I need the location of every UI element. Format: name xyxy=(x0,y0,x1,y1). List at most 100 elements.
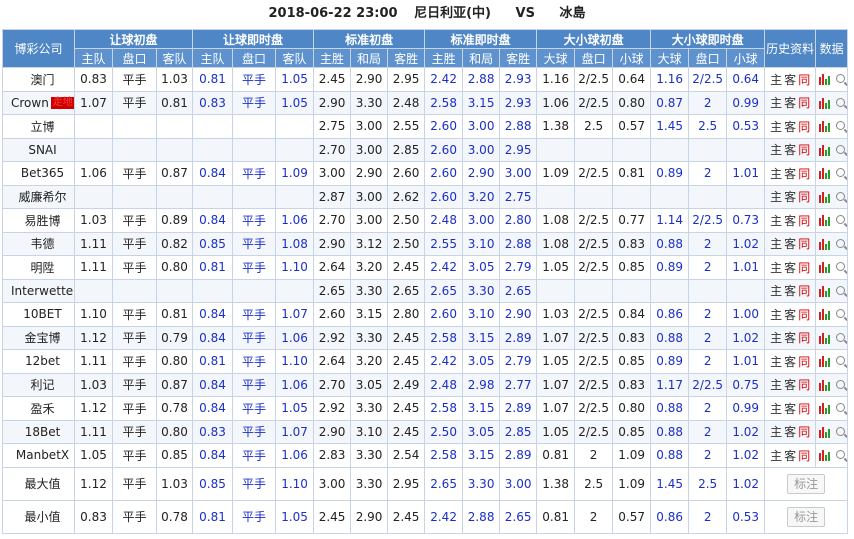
mark-button[interactable]: 标注 xyxy=(787,506,826,527)
search-icon[interactable] xyxy=(835,168,845,178)
history-away-link[interactable]: 客 xyxy=(784,284,796,298)
company-name[interactable]: Bet365 xyxy=(2,161,75,186)
bar-chart-icon[interactable] xyxy=(818,450,830,462)
history-same-link[interactable]: 同 xyxy=(798,214,810,228)
history-same-link[interactable]: 同 xyxy=(798,167,810,181)
history-home-link[interactable]: 主 xyxy=(770,284,782,298)
bar-chart-icon[interactable] xyxy=(818,74,830,86)
bar-chart-icon[interactable] xyxy=(818,191,830,203)
bar-chart-icon[interactable] xyxy=(818,356,830,368)
bar-chart-icon[interactable] xyxy=(818,238,830,250)
search-icon[interactable] xyxy=(835,450,845,460)
history-same-link[interactable]: 同 xyxy=(798,237,810,251)
search-icon[interactable] xyxy=(835,238,845,248)
company-name[interactable]: 明陞 xyxy=(2,255,75,280)
search-icon[interactable] xyxy=(835,285,845,295)
history-same-link[interactable]: 同 xyxy=(798,284,810,298)
search-icon[interactable] xyxy=(835,379,845,389)
search-icon[interactable] xyxy=(835,426,845,436)
history-same-link[interactable]: 同 xyxy=(798,378,810,392)
history-same-link[interactable]: 同 xyxy=(798,190,810,204)
history-away-link[interactable]: 客 xyxy=(784,261,796,275)
bar-chart-icon[interactable] xyxy=(818,97,830,109)
bar-chart-icon[interactable] xyxy=(818,168,830,180)
search-icon[interactable] xyxy=(835,332,845,342)
history-away-link[interactable]: 客 xyxy=(784,425,796,439)
bar-chart-icon[interactable] xyxy=(818,403,830,415)
history-away-link[interactable]: 客 xyxy=(784,96,796,110)
search-icon[interactable] xyxy=(835,74,845,84)
history-same-link[interactable]: 同 xyxy=(798,355,810,369)
company-name[interactable]: ManbetX xyxy=(2,443,75,468)
history-away-link[interactable]: 客 xyxy=(784,214,796,228)
history-same-link[interactable]: 同 xyxy=(798,73,810,87)
history-same-link[interactable]: 同 xyxy=(798,425,810,439)
mark-button[interactable]: 标注 xyxy=(787,473,826,494)
history-home-link[interactable]: 主 xyxy=(770,261,782,275)
history-home-link[interactable]: 主 xyxy=(770,167,782,181)
company-name[interactable]: Interwetten xyxy=(2,278,75,303)
history-away-link[interactable]: 客 xyxy=(784,402,796,416)
history-same-link[interactable]: 同 xyxy=(798,96,810,110)
history-home-link[interactable]: 主 xyxy=(770,120,782,134)
history-same-link[interactable]: 同 xyxy=(798,449,810,463)
history-home-link[interactable]: 主 xyxy=(770,378,782,392)
company-name[interactable]: 易胜博 xyxy=(2,208,75,233)
search-icon[interactable] xyxy=(835,215,845,225)
history-away-link[interactable]: 客 xyxy=(784,167,796,181)
history-away-link[interactable]: 客 xyxy=(784,449,796,463)
history-home-link[interactable]: 主 xyxy=(770,73,782,87)
company-name[interactable]: 10BET xyxy=(2,302,75,327)
history-same-link[interactable]: 同 xyxy=(798,261,810,275)
bar-chart-icon[interactable] xyxy=(818,121,830,133)
history-same-link[interactable]: 同 xyxy=(798,308,810,322)
history-home-link[interactable]: 主 xyxy=(770,449,782,463)
search-icon[interactable] xyxy=(835,121,845,131)
history-home-link[interactable]: 主 xyxy=(770,190,782,204)
history-home-link[interactable]: 主 xyxy=(770,355,782,369)
search-icon[interactable] xyxy=(835,97,845,107)
search-icon[interactable] xyxy=(835,309,845,319)
history-away-link[interactable]: 客 xyxy=(784,73,796,87)
history-away-link[interactable]: 客 xyxy=(784,308,796,322)
history-home-link[interactable]: 主 xyxy=(770,143,782,157)
bar-chart-icon[interactable] xyxy=(818,215,830,227)
history-home-link[interactable]: 主 xyxy=(770,214,782,228)
history-home-link[interactable]: 主 xyxy=(770,96,782,110)
company-name[interactable]: SNAI xyxy=(2,137,75,162)
history-home-link[interactable]: 主 xyxy=(770,308,782,322)
company-name[interactable]: 立博 xyxy=(2,114,75,139)
bar-chart-icon[interactable] xyxy=(818,309,830,321)
company-name[interactable]: 18Bet xyxy=(2,419,75,444)
company-name[interactable]: 盈禾 xyxy=(2,396,75,421)
company-name[interactable]: 金宝博 xyxy=(2,325,75,350)
history-away-link[interactable]: 客 xyxy=(784,378,796,392)
history-away-link[interactable]: 客 xyxy=(784,355,796,369)
history-home-link[interactable]: 主 xyxy=(770,402,782,416)
history-away-link[interactable]: 客 xyxy=(784,237,796,251)
search-icon[interactable] xyxy=(835,403,845,413)
search-icon[interactable] xyxy=(835,144,845,154)
history-away-link[interactable]: 客 xyxy=(784,120,796,134)
history-home-link[interactable]: 主 xyxy=(770,331,782,345)
bar-chart-icon[interactable] xyxy=(818,262,830,274)
bar-chart-icon[interactable] xyxy=(818,144,830,156)
history-home-link[interactable]: 主 xyxy=(770,237,782,251)
company-name[interactable]: 12bet xyxy=(2,349,75,374)
company-name[interactable]: 韦德 xyxy=(2,231,75,256)
bar-chart-icon[interactable] xyxy=(818,426,830,438)
bar-chart-icon[interactable] xyxy=(818,332,830,344)
history-same-link[interactable]: 同 xyxy=(798,331,810,345)
company-name[interactable]: Crown 走地 xyxy=(2,90,75,115)
search-icon[interactable] xyxy=(835,262,845,272)
bar-chart-icon[interactable] xyxy=(818,285,830,297)
history-same-link[interactable]: 同 xyxy=(798,402,810,416)
history-same-link[interactable]: 同 xyxy=(798,120,810,134)
search-icon[interactable] xyxy=(835,191,845,201)
bar-chart-icon[interactable] xyxy=(818,379,830,391)
history-away-link[interactable]: 客 xyxy=(784,143,796,157)
company-name[interactable]: 澳门 xyxy=(2,67,75,92)
history-away-link[interactable]: 客 xyxy=(784,331,796,345)
search-icon[interactable] xyxy=(835,356,845,366)
history-home-link[interactable]: 主 xyxy=(770,425,782,439)
